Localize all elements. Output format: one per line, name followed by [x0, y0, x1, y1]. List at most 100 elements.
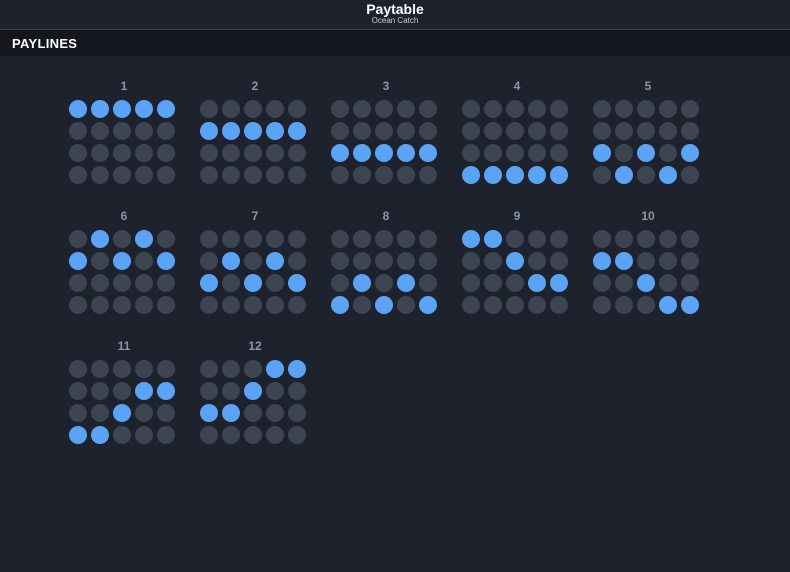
- payline-dot: [419, 166, 437, 184]
- payline-dot: [69, 360, 87, 378]
- payline-dot-active: [157, 252, 175, 270]
- payline-dot: [593, 100, 611, 118]
- payline-dot: [69, 382, 87, 400]
- payline-dot: [462, 252, 480, 270]
- payline-dot: [419, 100, 437, 118]
- payline-dot: [681, 274, 699, 292]
- payline-dot-active: [288, 274, 306, 292]
- payline-dot-active: [135, 100, 153, 118]
- payline-dot: [484, 296, 502, 314]
- section-title: PAYLINES: [12, 36, 78, 51]
- payline-dot: [353, 252, 371, 270]
- payline-dot: [593, 166, 611, 184]
- payline-dot-active: [200, 274, 218, 292]
- payline-dot-active: [484, 166, 502, 184]
- payline-dot: [462, 296, 480, 314]
- payline-dot: [135, 166, 153, 184]
- payline-11: 11: [69, 339, 179, 449]
- payline-dot: [200, 100, 218, 118]
- payline-dot: [69, 144, 87, 162]
- payline-dot-active: [135, 230, 153, 248]
- payline-dot: [288, 426, 306, 444]
- payline-dot: [528, 252, 546, 270]
- payline-dot-active: [266, 252, 284, 270]
- payline-dot-active: [550, 166, 568, 184]
- payline-dot: [266, 426, 284, 444]
- payline-dot: [266, 166, 284, 184]
- payline-dot: [615, 296, 633, 314]
- payline-dot: [69, 274, 87, 292]
- payline-dot: [157, 144, 175, 162]
- payline-dot-active: [637, 144, 655, 162]
- payline-dot: [484, 122, 502, 140]
- payline-dot: [113, 426, 131, 444]
- payline-dot: [615, 230, 633, 248]
- payline-dot: [484, 274, 502, 292]
- payline-dot: [593, 296, 611, 314]
- payline-dot: [288, 252, 306, 270]
- payline-dot: [135, 122, 153, 140]
- payline-5: 5: [593, 79, 703, 189]
- payline-dot: [91, 122, 109, 140]
- payline-dot: [375, 252, 393, 270]
- payline-dot: [506, 122, 524, 140]
- payline-dot: [222, 426, 240, 444]
- payline-dot: [615, 122, 633, 140]
- paytable-header: Paytable Ocean Catch: [0, 0, 790, 30]
- payline-dot: [157, 122, 175, 140]
- payline-dot: [222, 382, 240, 400]
- payline-dot-active: [462, 166, 480, 184]
- payline-dot-active: [353, 274, 371, 292]
- payline-dot: [113, 122, 131, 140]
- payline-dot: [637, 122, 655, 140]
- payline-dot: [244, 230, 262, 248]
- payline-dot: [397, 122, 415, 140]
- payline-dot: [681, 252, 699, 270]
- payline-dot: [419, 230, 437, 248]
- payline-7: 7: [200, 209, 310, 319]
- payline-dot-active: [375, 296, 393, 314]
- payline-dot: [462, 122, 480, 140]
- payline-dot: [200, 360, 218, 378]
- payline-dot-active: [157, 382, 175, 400]
- payline-dot-active: [506, 166, 524, 184]
- payline-dot: [484, 100, 502, 118]
- payline-dot: [113, 230, 131, 248]
- payline-dot: [353, 230, 371, 248]
- payline-dot: [266, 296, 284, 314]
- payline-dot: [91, 252, 109, 270]
- payline-dot: [528, 230, 546, 248]
- payline-dot: [331, 274, 349, 292]
- payline-dot-active: [375, 144, 393, 162]
- payline-dot-active: [135, 382, 153, 400]
- payline-dot: [135, 296, 153, 314]
- payline-dot: [200, 144, 218, 162]
- payline-dot: [266, 404, 284, 422]
- payline-number: 12: [248, 339, 262, 353]
- payline-dot: [135, 144, 153, 162]
- payline-dot: [69, 166, 87, 184]
- payline-dot-active: [615, 166, 633, 184]
- payline-dot: [135, 360, 153, 378]
- payline-dot: [550, 144, 568, 162]
- payline-dot: [615, 144, 633, 162]
- payline-number: 6: [120, 209, 128, 223]
- payline-dot-active: [681, 296, 699, 314]
- payline-dot-active: [397, 274, 415, 292]
- payline-dot: [113, 144, 131, 162]
- payline-dot: [244, 360, 262, 378]
- payline-dot: [244, 252, 262, 270]
- payline-dot: [419, 274, 437, 292]
- payline-dot: [266, 382, 284, 400]
- payline-dot: [200, 252, 218, 270]
- payline-dot: [266, 274, 284, 292]
- payline-dot-active: [462, 230, 480, 248]
- payline-dot: [331, 166, 349, 184]
- payline-dot: [375, 100, 393, 118]
- payline-dot-active: [288, 122, 306, 140]
- payline-dot: [681, 230, 699, 248]
- payline-dot: [484, 252, 502, 270]
- payline-dot: [353, 166, 371, 184]
- payline-dot: [550, 296, 568, 314]
- payline-dot: [135, 426, 153, 444]
